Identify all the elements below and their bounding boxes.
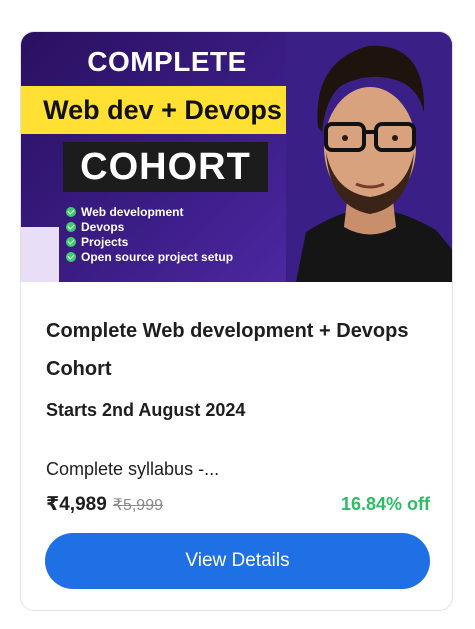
- banner-cohort-box: COHORT: [63, 142, 268, 192]
- course-card[interactable]: COMPLETE Web dev + Devops COHORT Web dev…: [20, 31, 453, 611]
- banner-highlight-text: Web dev + Devops: [43, 94, 282, 125]
- instructor-photo: [286, 32, 452, 282]
- banner-feature-list: Web development Devops Projects Open sou…: [66, 204, 233, 264]
- instructor-eye-left: [342, 135, 348, 141]
- price-row: ₹4,989 ₹5,999 16.84% off: [46, 493, 430, 516]
- banner-feature-item: Web development: [66, 204, 233, 219]
- banner-feature-item: Devops: [66, 219, 233, 234]
- discount-badge: 16.84% off: [340, 494, 430, 514]
- banner-decoration: [21, 227, 59, 282]
- banner-feature-item: Open source project setup: [66, 249, 233, 264]
- check-circle-icon: [66, 236, 76, 247]
- course-banner[interactable]: COMPLETE Web dev + Devops COHORT Web dev…: [21, 32, 452, 282]
- course-original-price: ₹5,999: [112, 497, 163, 514]
- banner-feature-item: Projects: [66, 234, 233, 249]
- banner-feature-label: Projects: [81, 234, 129, 249]
- view-details-button[interactable]: View Details: [45, 533, 430, 589]
- course-syllabus: Complete syllabus -...: [46, 459, 220, 479]
- course-title[interactable]: Complete Web development + Devops Cohort: [46, 312, 426, 388]
- banner-feature-label: Web development: [81, 204, 184, 219]
- banner-cohort-text: COHORT: [80, 145, 251, 188]
- check-circle-icon: [66, 206, 76, 217]
- course-price: ₹4,989: [46, 494, 107, 515]
- instructor-eye-right: [392, 135, 398, 141]
- check-circle-icon: [66, 221, 76, 232]
- banner-feature-label: Devops: [81, 219, 125, 234]
- banner-highlight: Web dev + Devops: [21, 86, 304, 134]
- banner-feature-label: Open source project setup: [81, 249, 234, 264]
- banner-title-top: COMPLETE: [87, 46, 247, 77]
- course-start-date: Starts 2nd August 2024: [46, 400, 246, 420]
- check-circle-icon: [66, 251, 76, 262]
